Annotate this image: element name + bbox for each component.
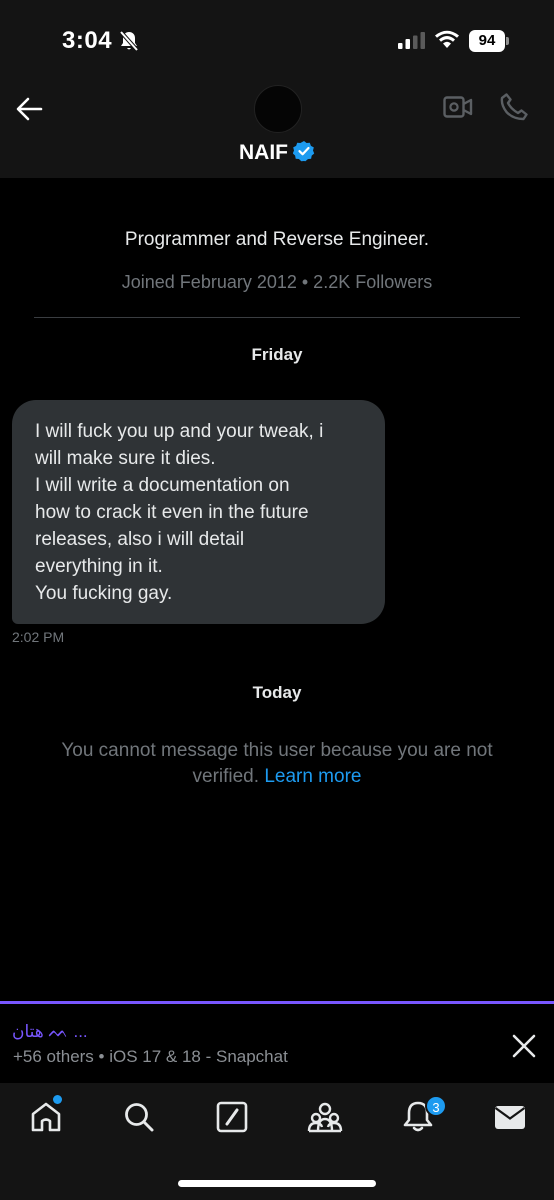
- message-line: I will write a documentation on: [35, 475, 290, 496]
- message-timestamp: 2:02 PM: [12, 629, 65, 645]
- home-indicator[interactable]: [178, 1180, 376, 1187]
- notifications-badge: 3: [425, 1095, 447, 1117]
- battery-indicator: 94: [469, 30, 509, 52]
- received-message-bubble[interactable]: I will fuck you up and your tweak, i wil…: [12, 400, 385, 624]
- close-icon[interactable]: [509, 1031, 539, 1061]
- avatar[interactable]: [254, 85, 302, 133]
- spaces-title: هتان ᨓ ...: [12, 1022, 88, 1041]
- status-time: 3:04: [62, 27, 113, 54]
- message-line: You fucking gay.: [35, 583, 173, 604]
- cellular-signal-icon: [398, 32, 425, 49]
- message-line: how to crack it even in the future: [35, 502, 309, 523]
- spaces-subtitle: +56 others • iOS 17 & 18 - Snapchat: [13, 1047, 288, 1066]
- status-bar: 3:04 94: [0, 0, 554, 80]
- user-name: NAIF: [239, 141, 288, 164]
- bell-off-icon: [119, 30, 139, 52]
- phone-call-icon[interactable]: [499, 92, 529, 122]
- back-arrow-icon[interactable]: [14, 94, 44, 124]
- profile-joined-followers: Joined February 2012 • 2.2K Followers: [121, 272, 433, 292]
- message-line: will make sure it dies.: [35, 448, 216, 469]
- video-call-icon[interactable]: [443, 94, 473, 120]
- day-separator-today: Today: [252, 683, 302, 702]
- search-icon[interactable]: [121, 1099, 157, 1135]
- cannot-message-notice: You cannot message this user because you…: [30, 738, 524, 790]
- message-line: releases, also i will detail: [35, 529, 245, 550]
- battery-level: 94: [469, 30, 505, 52]
- conversation-header: NAIF: [0, 80, 554, 178]
- grok-icon[interactable]: [214, 1099, 250, 1135]
- user-name-row[interactable]: NAIF: [0, 140, 554, 165]
- message-line: everything in it.: [35, 556, 163, 577]
- communities-icon[interactable]: [307, 1099, 343, 1135]
- profile-bio: Programmer and Reverse Engineer.: [124, 229, 430, 250]
- verified-badge-icon: [293, 141, 315, 162]
- dm-conversation-screen: 3:04 94 NAIF Programmer and Reverse Engi…: [0, 0, 554, 1200]
- home-unread-dot: [53, 1095, 62, 1104]
- home-icon[interactable]: [28, 1099, 64, 1135]
- battery-tip: [506, 37, 509, 45]
- messages-icon[interactable]: [492, 1099, 528, 1135]
- wifi-icon: [435, 30, 459, 48]
- learn-more-link[interactable]: Learn more: [264, 766, 361, 787]
- message-line: I will fuck you up and your tweak, i: [35, 421, 324, 442]
- divider: [34, 317, 520, 318]
- spaces-bar[interactable]: هتان ᨓ ... +56 others • iOS 17 & 18 - Sn…: [0, 1001, 554, 1083]
- day-separator-friday: Friday: [251, 345, 303, 364]
